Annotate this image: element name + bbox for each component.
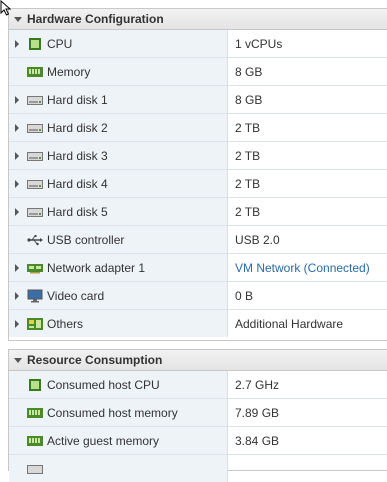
monitor-icon <box>27 289 43 303</box>
hw-row-hard-disk-2: Hard disk 2 2 TB <box>9 114 387 142</box>
rc-row-active-guest-memory: Active guest memory 3.84 GB <box>9 427 387 455</box>
row-value: 8 GB <box>235 92 263 107</box>
resource-consumption-header[interactable]: Resource Consumption <box>9 350 387 371</box>
row-value: 2 TB <box>235 148 261 163</box>
panel-title: Hardware Configuration <box>27 12 164 26</box>
row-label: Hard disk 1 <box>47 92 108 107</box>
hard-disk-icon <box>27 205 43 219</box>
caret-right-icon <box>15 123 19 132</box>
row-value: 2.7 GHz <box>235 377 280 392</box>
caret-right-icon <box>15 263 19 272</box>
hw-row-video-card: Video card 0 B <box>9 282 387 310</box>
memory-icon <box>27 65 43 79</box>
row-label: USB controller <box>47 232 125 247</box>
rc-row-storage <box>9 455 387 482</box>
panel-title: Resource Consumption <box>27 353 163 367</box>
row-value <box>228 455 387 482</box>
mouse-cursor-icon <box>0 0 12 16</box>
vm-network-link[interactable]: VM Network (Connected) <box>235 261 370 275</box>
rc-row-consumed-host-memory: Consumed host memory 7.89 GB <box>9 399 387 427</box>
hw-row-hard-disk-4: Hard disk 4 2 TB <box>9 170 387 198</box>
hw-row-network-adapter-1: Network adapter 1 VM Network (Connected) <box>9 254 387 282</box>
others-icon <box>27 317 43 331</box>
hard-disk-icon <box>27 177 43 191</box>
cpu-icon <box>27 378 43 392</box>
caret-right-icon <box>15 151 19 160</box>
caret-down-icon <box>14 357 22 363</box>
row-label: Network adapter 1 <box>47 260 146 275</box>
caret-right-icon <box>15 95 19 104</box>
expand-toggle[interactable] <box>9 207 25 216</box>
hw-row-hard-disk-3: Hard disk 3 2 TB <box>9 142 387 170</box>
expand-toggle[interactable] <box>9 319 25 328</box>
hw-row-hard-disk-1: Hard disk 1 8 GB <box>9 86 387 114</box>
row-label: Hard disk 4 <box>47 176 108 191</box>
row-label: Others <box>47 316 84 331</box>
row-value: 2 TB <box>235 176 261 191</box>
collapse-toggle[interactable] <box>9 357 27 363</box>
row-value: 7.89 GB <box>235 405 280 420</box>
row-label: Consumed host CPU <box>47 377 160 392</box>
row-label: Video card <box>47 288 105 303</box>
row-label: Hard disk 3 <box>47 148 108 163</box>
expand-toggle[interactable] <box>9 263 25 272</box>
expand-toggle[interactable] <box>9 95 25 104</box>
collapse-toggle[interactable] <box>9 16 27 22</box>
hardware-configuration-panel: Hardware Configuration CPU 1 vCPUs Memor… <box>8 8 387 341</box>
expand-toggle[interactable] <box>9 151 25 160</box>
hard-disk-icon <box>27 93 43 107</box>
row-label: CPU <box>47 36 73 51</box>
row-value: 1 vCPUs <box>235 36 283 51</box>
row-value: 2 TB <box>235 120 261 135</box>
caret-right-icon <box>15 319 19 328</box>
hw-row-memory: Memory 8 GB <box>9 58 387 86</box>
row-label: Hard disk 5 <box>47 204 108 219</box>
rc-row-consumed-host-cpu: Consumed host CPU 2.7 GHz <box>9 371 387 399</box>
row-value: 2 TB <box>235 204 261 219</box>
caret-right-icon <box>15 179 19 188</box>
caret-right-icon <box>15 207 19 216</box>
row-label: Memory <box>47 64 91 79</box>
hw-row-usb-controller: USB controller USB 2.0 <box>9 226 387 254</box>
row-value: 3.84 GB <box>235 433 280 448</box>
row-value: USB 2.0 <box>235 232 280 247</box>
expand-toggle[interactable] <box>9 179 25 188</box>
usb-icon <box>27 233 43 247</box>
row-value: 8 GB <box>235 64 263 79</box>
expand-toggle[interactable] <box>9 123 25 132</box>
row-value: Additional Hardware <box>235 316 344 331</box>
caret-right-icon <box>15 291 19 300</box>
caret-right-icon <box>15 39 19 48</box>
hard-disk-icon <box>27 121 43 135</box>
row-label: Consumed host memory <box>47 405 178 420</box>
row-label: Active guest memory <box>47 433 160 448</box>
resource-consumption-panel: Resource Consumption Consumed host CPU 2… <box>8 349 387 482</box>
caret-down-icon <box>14 16 22 22</box>
hw-row-others: Others Additional Hardware <box>9 310 387 337</box>
expand-toggle[interactable] <box>9 291 25 300</box>
row-value: 0 B <box>235 288 254 303</box>
expand-toggle[interactable] <box>9 39 25 48</box>
row-label: Hard disk 2 <box>47 120 108 135</box>
hard-disk-icon <box>27 149 43 163</box>
hw-row-cpu: CPU 1 vCPUs <box>9 30 387 58</box>
memory-icon <box>27 406 43 420</box>
cpu-icon <box>27 37 43 51</box>
hardware-configuration-header[interactable]: Hardware Configuration <box>9 9 387 30</box>
memory-icon <box>27 434 43 448</box>
network-adapter-icon <box>27 261 43 275</box>
hw-row-hard-disk-5: Hard disk 5 2 TB <box>9 198 387 226</box>
